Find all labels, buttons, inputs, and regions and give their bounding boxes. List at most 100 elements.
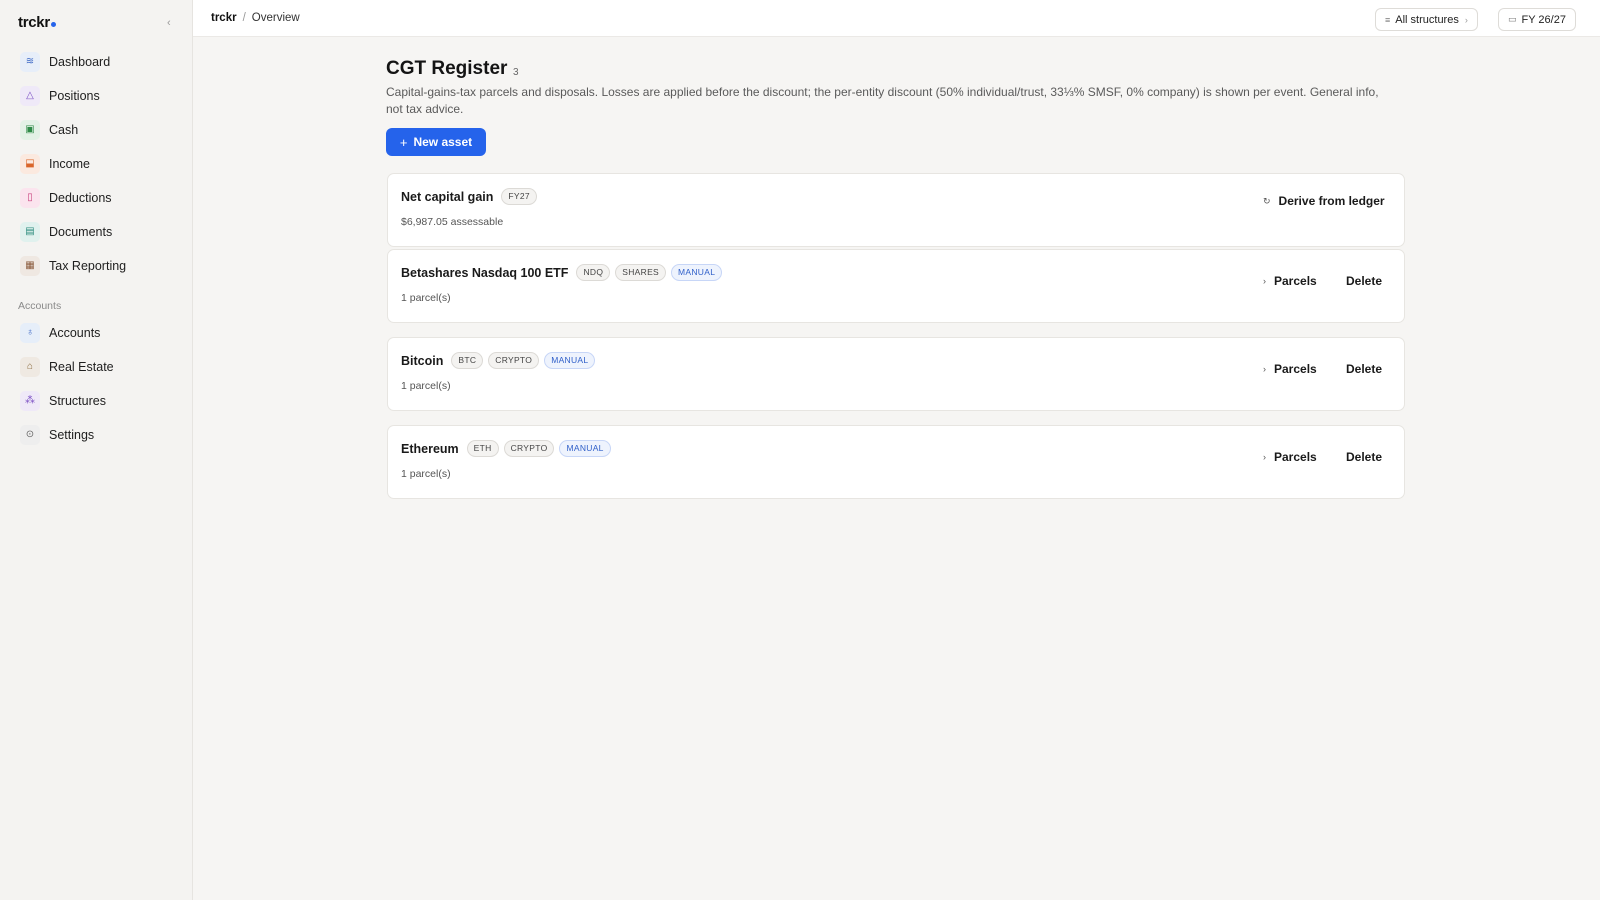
dashboard-icon: ≋	[20, 52, 40, 72]
sidebar-item-label: Dashboard	[49, 55, 111, 69]
sidebar-item-real-estate[interactable]: ⌂ Real Estate	[12, 350, 182, 384]
source-tag: MANUAL	[559, 440, 611, 457]
parcels-toggle-button[interactable]: › Parcels	[1263, 450, 1317, 464]
deductions-icon: ▯	[20, 188, 40, 208]
parcel-count: 1 parcel(s)	[401, 380, 451, 392]
source-tag: MANUAL	[544, 352, 596, 369]
sidebar-item-label: Accounts	[49, 326, 101, 340]
delete-label: Delete	[1346, 274, 1383, 288]
sidebar-item-label: Positions	[49, 89, 100, 103]
filter-icon: ≡	[1385, 14, 1391, 25]
cash-icon: ▣	[20, 120, 40, 140]
new-asset-button[interactable]: + New asset	[386, 128, 486, 156]
structures-filter-button[interactable]: ≡ All structures ›	[1375, 8, 1478, 31]
page-description: Capital-gains-tax parcels and disposals.…	[386, 85, 1379, 116]
delete-label: Delete	[1346, 362, 1383, 376]
sidebar-item-structures[interactable]: ⁂ Structures	[12, 384, 182, 418]
sidebar-item-label: Settings	[49, 428, 95, 442]
fiscal-year-tag: FY27	[501, 188, 537, 205]
accounts-section-label: Accounts	[18, 300, 62, 312]
sidebar-item-label: Income	[49, 157, 90, 171]
topbar: trckr / Overview ≡ All structures › ▭ FY 2…	[193, 0, 1600, 37]
tax-reporting-icon: ▦	[20, 256, 40, 276]
breadcrumb-current: Overview	[251, 12, 300, 24]
sidebar-item-label: Deductions	[49, 191, 112, 205]
parcels-toggle-button[interactable]: › Parcels	[1263, 362, 1317, 376]
ticker-tag: ETH	[466, 440, 499, 457]
sidebar-item-dashboard[interactable]: ≋ Dashboard	[12, 45, 182, 79]
card-title: Net capital gain	[401, 189, 494, 204]
breadcrumb-separator: /	[242, 12, 246, 24]
parcels-label: Parcels	[1274, 362, 1317, 376]
sidebar-item-accounts[interactable]: ♁ Accounts	[12, 316, 182, 350]
sidebar-item-cash[interactable]: ▣ Cash	[12, 113, 182, 147]
sidebar-item-tax-reporting[interactable]: ▦ Tax Reporting	[12, 249, 182, 283]
chevron-right-icon: ›	[1263, 364, 1266, 374]
fiscal-year-label: FY 26/27	[1521, 13, 1566, 26]
plus-icon: +	[399, 134, 408, 150]
sidebar-item-label: Documents	[49, 225, 113, 239]
asset-type-tag: CRYPTO	[488, 352, 540, 369]
assessable-amount: $6,987.05 assessable	[401, 216, 504, 228]
refresh-icon: ↻	[1263, 195, 1271, 206]
asset-name: Bitcoin	[401, 353, 444, 368]
asset-name: Betashares Nasdaq 100 ETF	[401, 265, 569, 280]
sidebar-item-label: Real Estate	[49, 360, 114, 374]
calendar-icon: ▭	[1508, 14, 1517, 24]
income-icon: ⬓	[20, 154, 40, 174]
settings-icon: ⊙	[20, 425, 40, 445]
sidebar-item-label: Structures	[49, 394, 106, 408]
breadcrumb-root[interactable]: trckr	[211, 12, 237, 24]
derive-from-ledger-button[interactable]: ↻ Derive from ledger	[1263, 194, 1385, 208]
breadcrumb: trckr / Overview	[211, 12, 300, 24]
sidebar-item-income[interactable]: ⬓ Income	[12, 147, 182, 181]
accounts-icon: ♁	[20, 323, 40, 343]
structures-icon: ⁂	[20, 391, 40, 411]
chevron-right-icon: ›	[1263, 276, 1266, 286]
positions-icon: △	[20, 86, 40, 106]
asset-type-tag: SHARES	[615, 264, 667, 281]
delete-asset-button[interactable]: Delete	[1346, 450, 1382, 464]
card-header: Betashares Nasdaq 100 ETF NDQ SHARES MAN…	[401, 264, 727, 281]
ticker-tag: NDQ	[576, 264, 611, 281]
sidebar-item-documents[interactable]: ▤ Documents	[12, 215, 182, 249]
parcel-count: 1 parcel(s)	[401, 292, 451, 304]
chevron-right-icon: ›	[1263, 452, 1266, 462]
sidebar-item-positions[interactable]: △ Positions	[12, 79, 182, 113]
delete-asset-button[interactable]: Delete	[1346, 362, 1382, 376]
asset-count-badge: 3	[513, 67, 519, 78]
parcels-toggle-button[interactable]: › Parcels	[1263, 274, 1317, 288]
page-title: CGT Register	[386, 58, 508, 79]
asset-card: Betashares Nasdaq 100 ETF NDQ SHARES MAN…	[387, 249, 1405, 323]
app-logo[interactable]: trckr	[18, 14, 56, 31]
real-estate-icon: ⌂	[20, 357, 40, 377]
parcels-label: Parcels	[1274, 450, 1317, 464]
card-header: Net capital gain FY27	[401, 188, 542, 205]
collapse-sidebar-icon[interactable]: ‹	[167, 17, 171, 29]
derive-label: Derive from ledger	[1278, 194, 1385, 208]
sidebar-item-deductions[interactable]: ▯ Deductions	[12, 181, 182, 215]
card-header: Bitcoin BTC CRYPTO MANUAL	[401, 352, 600, 369]
structures-filter-label: All structures	[1395, 13, 1459, 26]
asset-card: Ethereum ETH CRYPTO MANUAL 1 parcel(s) ›…	[387, 425, 1405, 499]
ticker-tag: BTC	[451, 352, 484, 369]
parcels-label: Parcels	[1274, 274, 1317, 288]
asset-card: Bitcoin BTC CRYPTO MANUAL 1 parcel(s) › …	[387, 337, 1405, 411]
asset-name: Ethereum	[401, 441, 459, 456]
card-header: Ethereum ETH CRYPTO MANUAL	[401, 440, 616, 457]
documents-icon: ▤	[20, 222, 40, 242]
sidebar-item-settings[interactable]: ⊙ Settings	[12, 418, 182, 452]
net-capital-gain-card: Net capital gain FY27 $6,987.05 assessab…	[387, 173, 1405, 247]
fiscal-year-button[interactable]: ▭ FY 26/27	[1498, 8, 1576, 31]
accounts-nav: ♁ Accounts ⌂ Real Estate ⁂ Structures ⊙ …	[12, 316, 182, 452]
source-tag: MANUAL	[671, 264, 723, 281]
new-asset-label: New asset	[413, 135, 473, 149]
logo-dot-icon	[50, 22, 56, 27]
delete-asset-button[interactable]: Delete	[1346, 274, 1382, 288]
parcel-count: 1 parcel(s)	[401, 468, 451, 480]
sidebar: trckr ‹ ≋ Dashboard △ Positions ▣ Cash ⬓…	[0, 0, 193, 900]
asset-type-tag: CRYPTO	[503, 440, 555, 457]
chevron-right-icon: ›	[1464, 14, 1468, 25]
delete-label: Delete	[1346, 450, 1383, 464]
sidebar-item-label: Tax Reporting	[49, 259, 127, 273]
